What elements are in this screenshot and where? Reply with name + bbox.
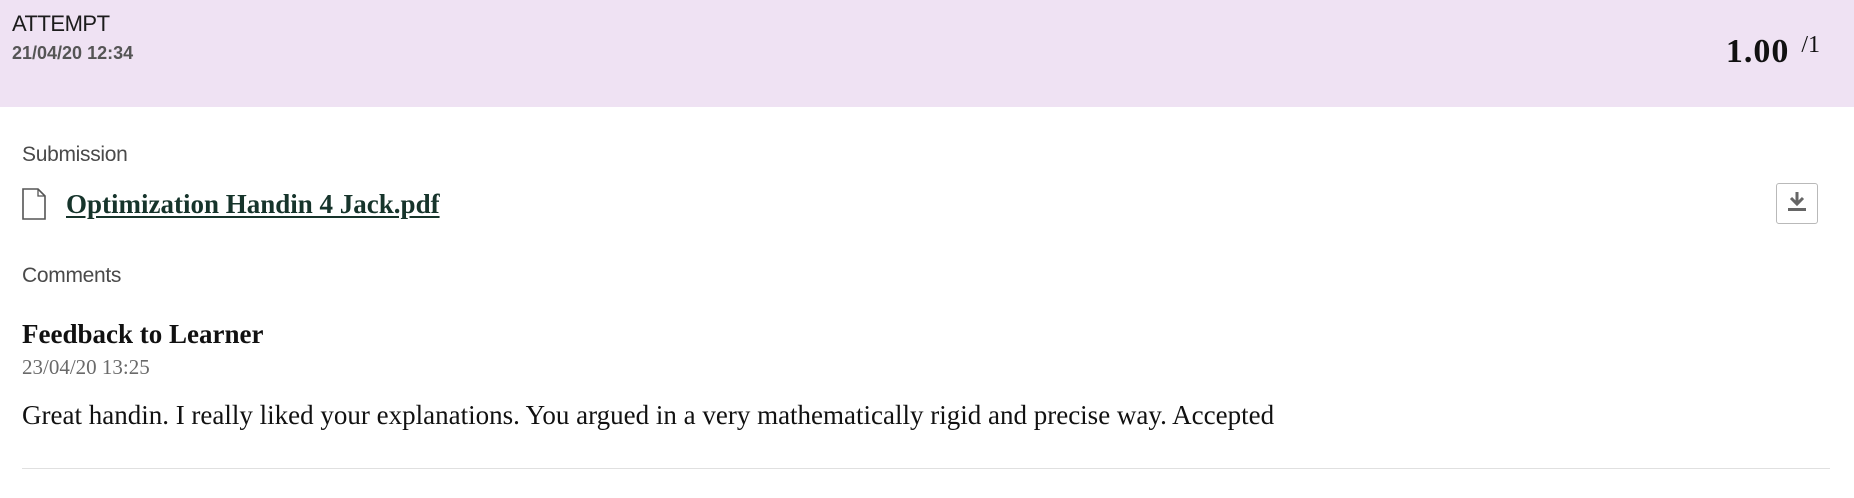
document-icon [22, 188, 46, 220]
feedback-text: Great handin. I really liked your explan… [22, 400, 1275, 430]
attempt-header: ATTEMPT 21/04/20 12:34 1.00/1 [0, 0, 1854, 107]
submission-label: Submission [22, 143, 128, 166]
feedback-title: Feedback to Learner [22, 319, 264, 349]
attempt-score: 1.00/1 [1726, 32, 1820, 71]
feedback-date: 23/04/20 13:25 [22, 355, 150, 379]
attempt-label: ATTEMPT [12, 11, 110, 36]
divider [22, 468, 1830, 469]
score-max: /1 [1801, 32, 1820, 58]
attempt-date: 21/04/20 12:34 [12, 43, 134, 63]
download-icon [1786, 189, 1808, 218]
comments-label: Comments [22, 264, 122, 287]
score-value: 1.00 [1725, 33, 1790, 70]
submission-file-link[interactable]: Optimization Handin 4 Jack.pdf [66, 189, 440, 220]
download-button[interactable] [1776, 183, 1818, 224]
submission-file-row: Optimization Handin 4 Jack.pdf [22, 186, 440, 222]
